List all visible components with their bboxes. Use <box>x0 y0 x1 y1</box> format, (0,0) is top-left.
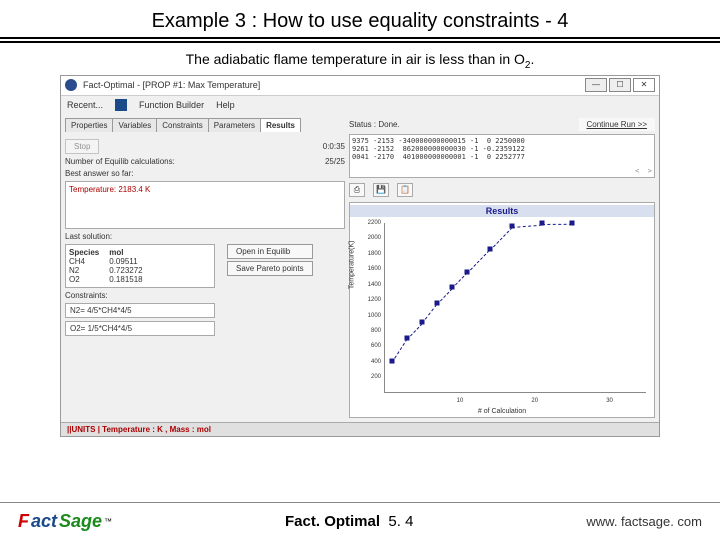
results-chart: Results Temperature(K) 20040060080010001… <box>349 202 655 418</box>
last-solution-label: Last solution: <box>65 232 345 241</box>
save-pareto-button[interactable]: Save Pareto points <box>227 261 313 276</box>
caption-text-b: . <box>530 51 534 67</box>
footer: FactSage™ Fact. Optimal 5. 4 www. factsa… <box>0 502 720 540</box>
status-value: Done. <box>378 120 399 129</box>
footer-product: Fact. Optimal <box>285 513 380 530</box>
best-answer-box: Temperature: 2183.4 K <box>65 181 345 229</box>
maximize-button[interactable]: ☐ <box>609 78 631 92</box>
species-name: O2 <box>69 275 99 284</box>
footer-version: 5. 4 <box>388 513 413 530</box>
tab-results[interactable]: Results <box>260 118 301 132</box>
best-answer-value: Temperature: 2183.4 K <box>69 185 150 194</box>
statusbar: ||UNITS | Temperature : K , Mass : mol <box>61 422 659 436</box>
tab-parameters[interactable]: Parameters <box>208 118 261 132</box>
constraint-row: N2= 4/5*CH4*4/5 <box>65 303 215 318</box>
num-calc-value: 25/25 <box>325 157 345 166</box>
species-header-name: Species <box>69 248 99 257</box>
divider <box>0 37 720 39</box>
copy-icon[interactable]: 📋 <box>397 183 413 197</box>
menu-help[interactable]: Help <box>216 100 235 110</box>
divider <box>0 41 720 43</box>
titlebar: Fact-Optimal - [PROP #1: Max Temperature… <box>61 76 659 96</box>
window-title: Fact-Optimal - [PROP #1: Max Temperature… <box>83 80 585 90</box>
footer-url: www. factsage. com <box>586 514 702 529</box>
num-calc-label: Number of Equilib calculations: <box>65 157 175 166</box>
stop-button[interactable]: Stop <box>65 139 99 154</box>
factsage-logo: FactSage™ <box>18 511 112 532</box>
best-answer-label: Best answer so far: <box>65 169 345 178</box>
caption-text-a: The adiabatic flame temperature in air i… <box>186 51 525 67</box>
tab-variables[interactable]: Variables <box>112 118 157 132</box>
print-icon[interactable]: ⎙ <box>349 183 365 197</box>
tab-constraints[interactable]: Constraints <box>156 118 208 132</box>
minimize-button[interactable]: — <box>585 78 607 92</box>
species-mol: 0.723272 <box>109 266 142 275</box>
caption: The adiabatic flame temperature in air i… <box>0 45 720 75</box>
constraints-label: Constraints: <box>65 291 345 300</box>
app-window: Fact-Optimal - [PROP #1: Max Temperature… <box>60 75 660 437</box>
status-label: Status : <box>349 120 376 129</box>
species-mol: 0.09511 <box>109 257 142 266</box>
chart-ylabel: Temperature(K) <box>349 240 356 289</box>
species-header-mol: mol <box>109 248 142 257</box>
slide-title: Example 3 : How to use equality constrai… <box>0 0 720 37</box>
menu-function-builder[interactable]: Function Builder <box>139 100 204 110</box>
function-builder-icon <box>115 99 127 111</box>
save-icon[interactable]: 💾 <box>373 183 389 197</box>
open-equilib-button[interactable]: Open in Equilib <box>227 244 313 259</box>
close-button[interactable]: ✕ <box>633 78 655 92</box>
tab-bar: Properties Variables Constraints Paramet… <box>65 118 345 132</box>
species-name: CH4 <box>69 257 99 266</box>
app-icon <box>65 79 77 91</box>
constraint-row: O2= 1/5*CH4*4/5 <box>65 321 215 336</box>
tab-properties[interactable]: Properties <box>65 118 113 132</box>
continue-run-button[interactable]: Continue Run >> <box>579 118 656 131</box>
output-log[interactable]: 9375 -2153 -340000000000015 -1 0 2250000… <box>349 134 655 178</box>
chart-xlabel: # of Calculation <box>350 408 654 415</box>
chart-point <box>570 221 575 226</box>
chart-title: Results <box>350 205 654 217</box>
menubar: Recent... Function Builder Help <box>61 96 659 114</box>
elapsed-time: 0:0:35 <box>323 142 345 151</box>
menu-recent[interactable]: Recent... <box>67 100 103 110</box>
species-name: N2 <box>69 266 99 275</box>
species-mol: 0.181518 <box>109 275 142 284</box>
species-table: Species CH4 N2 O2 mol 0.09511 0.723272 0… <box>65 244 215 288</box>
